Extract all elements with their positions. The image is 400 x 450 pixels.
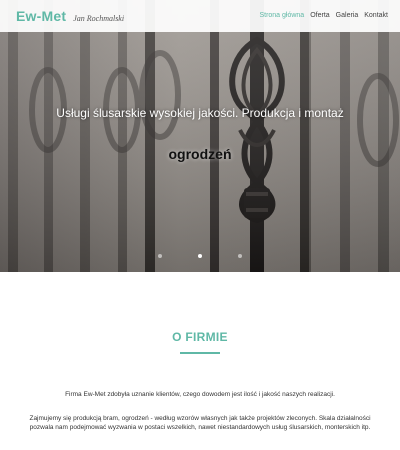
nav-item-home[interactable]: Strona główna bbox=[259, 12, 304, 19]
hero-background-image bbox=[0, 0, 400, 272]
slider-dot-2[interactable] bbox=[198, 254, 202, 258]
hero-slider: Usługi ślusarskie wysokiej jakości. Prod… bbox=[0, 0, 400, 272]
brand-name[interactable]: Ew-Met bbox=[16, 8, 66, 24]
hero-title: Usługi ślusarskie wysokiej jakości. Prod… bbox=[56, 106, 344, 120]
slider-dot-3[interactable] bbox=[238, 254, 242, 258]
hero-subtitle: ogrodzeń bbox=[168, 146, 232, 162]
slider-pagination bbox=[0, 254, 400, 258]
brand-owner: Jan Rochmalski bbox=[73, 14, 125, 23]
about-heading: O FIRMIE bbox=[172, 330, 228, 344]
about-section: O FIRMIE Firma Ew-Met zdobyła uznanie kl… bbox=[0, 272, 400, 450]
about-paragraph-1: Firma Ew-Met zdobyła uznanie klientów, c… bbox=[65, 391, 335, 398]
slider-dot-1[interactable] bbox=[158, 254, 162, 258]
main-nav: Strona główna Oferta Galeria Kontakt bbox=[253, 12, 388, 19]
heading-divider bbox=[180, 352, 220, 354]
nav-item-offer[interactable]: Oferta bbox=[310, 12, 329, 19]
nav-item-contact[interactable]: Kontakt bbox=[364, 12, 388, 19]
site-header: Ew-Met Jan Rochmalski Strona główna Ofer… bbox=[0, 0, 400, 32]
brand-logo[interactable]: Ew-Met Jan Rochmalski bbox=[16, 8, 124, 24]
nav-item-gallery[interactable]: Galeria bbox=[336, 12, 359, 19]
about-paragraph-2: Zajmujemy się produkcją bram, ogrodzeń -… bbox=[29, 415, 371, 431]
